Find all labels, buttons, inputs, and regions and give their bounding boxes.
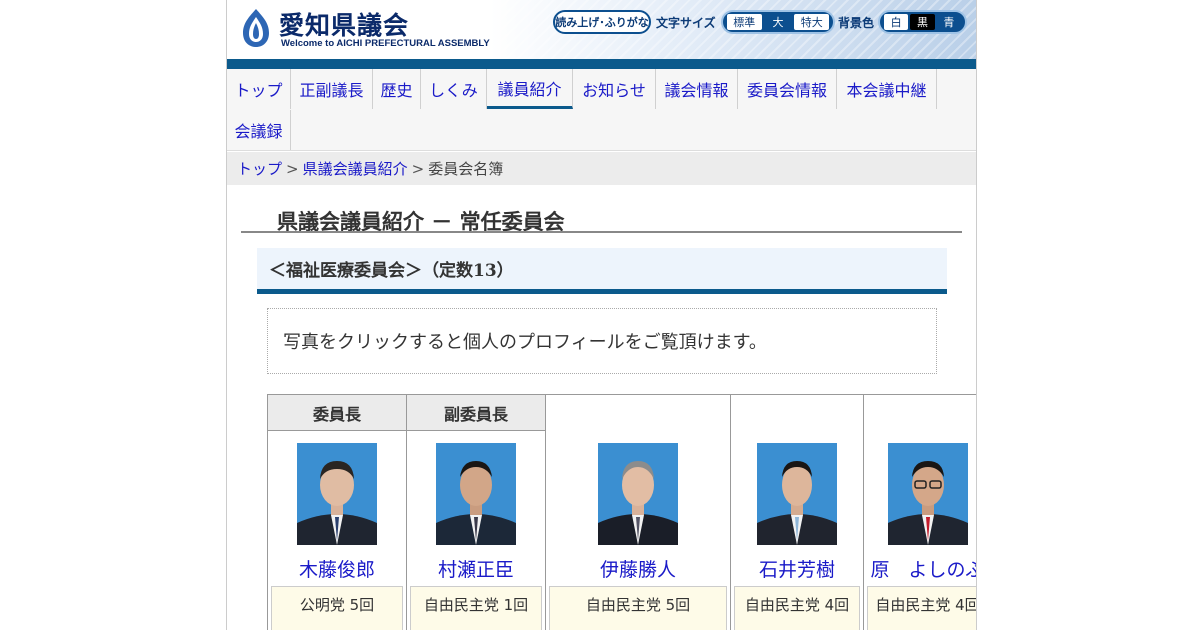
member-role: 副委員長	[407, 395, 545, 431]
member-card-vice-chair: 副委員長 村瀬正臣 自由民主党 1回	[406, 394, 545, 630]
committee-heading: ＜福祉医療委員会＞（定数13）	[257, 248, 947, 294]
background-color-selector: 白 黒 青	[878, 10, 967, 34]
member-name-link[interactable]: 木藤俊郎	[268, 555, 406, 582]
member-photo[interactable]	[757, 443, 837, 545]
member-card-chair: 委員長 木藤俊郎 公明党 5回	[267, 394, 406, 630]
main-navigation: トップ 正副議長 歴史 しくみ 議員紹介 お知らせ 議会情報 委員会情報 本会議…	[227, 69, 976, 151]
nav-item-live-broadcast[interactable]: 本会議中継	[837, 69, 937, 109]
bg-white-button[interactable]: 白	[884, 14, 909, 30]
nav-item-assembly-info[interactable]: 議会情報	[656, 69, 738, 109]
nav-item-committee-info[interactable]: 委員会情報	[738, 69, 837, 109]
member-photo[interactable]	[598, 443, 678, 545]
member-card: 伊藤勝人 自由民主党 5回	[545, 394, 730, 630]
nav-item-speakers[interactable]: 正副議長	[291, 69, 373, 109]
font-size-selector: 標準 大 特大	[721, 10, 835, 34]
member-name-link[interactable]: 原 よしのぶ	[864, 555, 976, 582]
nav-item-structure[interactable]: しくみ	[421, 69, 487, 109]
member-photo[interactable]	[436, 443, 516, 545]
member-table: 委員長 木藤俊郎 公明党 5回 副委員長 村瀬正臣 自由民主党 1回 伊藤勝人 …	[267, 394, 976, 630]
font-size-label: 文字サイズ	[656, 16, 716, 30]
member-party: 自由民主党 5回	[549, 586, 727, 630]
bg-black-button[interactable]: 黒	[910, 14, 935, 30]
nav-item-members[interactable]: 議員紹介	[487, 69, 573, 109]
member-role: 委員長	[268, 395, 406, 431]
read-aloud-label: 読み上げ･ふりがな	[555, 16, 649, 29]
nav-item-top[interactable]: トップ	[227, 69, 291, 109]
title-divider	[241, 231, 962, 233]
member-card: 石井芳樹 自由民主党 4回	[730, 394, 863, 630]
page-frame: 愛知県議会 Welcome to AICHI PREFECTURAL ASSEM…	[226, 0, 977, 630]
header-accent-bar	[227, 59, 976, 69]
site-title[interactable]: 愛知県議会	[279, 6, 409, 42]
member-name-link[interactable]: 村瀬正臣	[407, 555, 545, 582]
font-size-large-button[interactable]: 大	[763, 14, 793, 30]
read-aloud-furigana-button[interactable]: 読み上げ･ふりがな	[553, 10, 651, 34]
breadcrumb-separator: >	[411, 159, 425, 178]
member-name-link[interactable]: 石井芳樹	[731, 555, 863, 582]
breadcrumb-separator: >	[286, 159, 299, 178]
background-color-label: 背景色	[838, 16, 875, 30]
assembly-logo-icon[interactable]	[239, 7, 273, 49]
member-party: 公明党 5回	[271, 586, 403, 630]
breadcrumb-top-link[interactable]: トップ	[237, 158, 282, 179]
bg-blue-button[interactable]: 青	[936, 14, 961, 30]
breadcrumb-members-link[interactable]: 県議会議員紹介	[303, 158, 408, 179]
site-subtitle: Welcome to AICHI PREFECTURAL ASSEMBLY	[281, 38, 490, 49]
font-size-standard-button[interactable]: 標準	[727, 14, 762, 30]
nav-item-minutes[interactable]: 会議録	[227, 110, 291, 150]
member-party: 自由民主党 4回	[867, 586, 976, 630]
member-name-link[interactable]: 伊藤勝人	[546, 555, 730, 582]
site-header: 愛知県議会 Welcome to AICHI PREFECTURAL ASSEM…	[227, 0, 976, 60]
profile-notice: 写真をクリックすると個人のプロフィールをご覧頂けます。	[267, 308, 937, 374]
member-party: 自由民主党 1回	[410, 586, 542, 630]
breadcrumb: トップ > 県議会議員紹介 > 委員会名簿	[227, 152, 976, 185]
member-photo[interactable]	[297, 443, 377, 545]
member-photo[interactable]	[888, 443, 968, 545]
breadcrumb-current: 委員会名簿	[428, 160, 504, 178]
nav-item-news[interactable]: お知らせ	[573, 69, 656, 109]
member-party: 自由民主党 4回	[734, 586, 860, 630]
member-card: 原 よしのぶ 自由民主党 4回	[863, 394, 976, 630]
font-size-xlarge-button[interactable]: 特大	[794, 14, 830, 30]
nav-item-history[interactable]: 歴史	[373, 69, 421, 109]
